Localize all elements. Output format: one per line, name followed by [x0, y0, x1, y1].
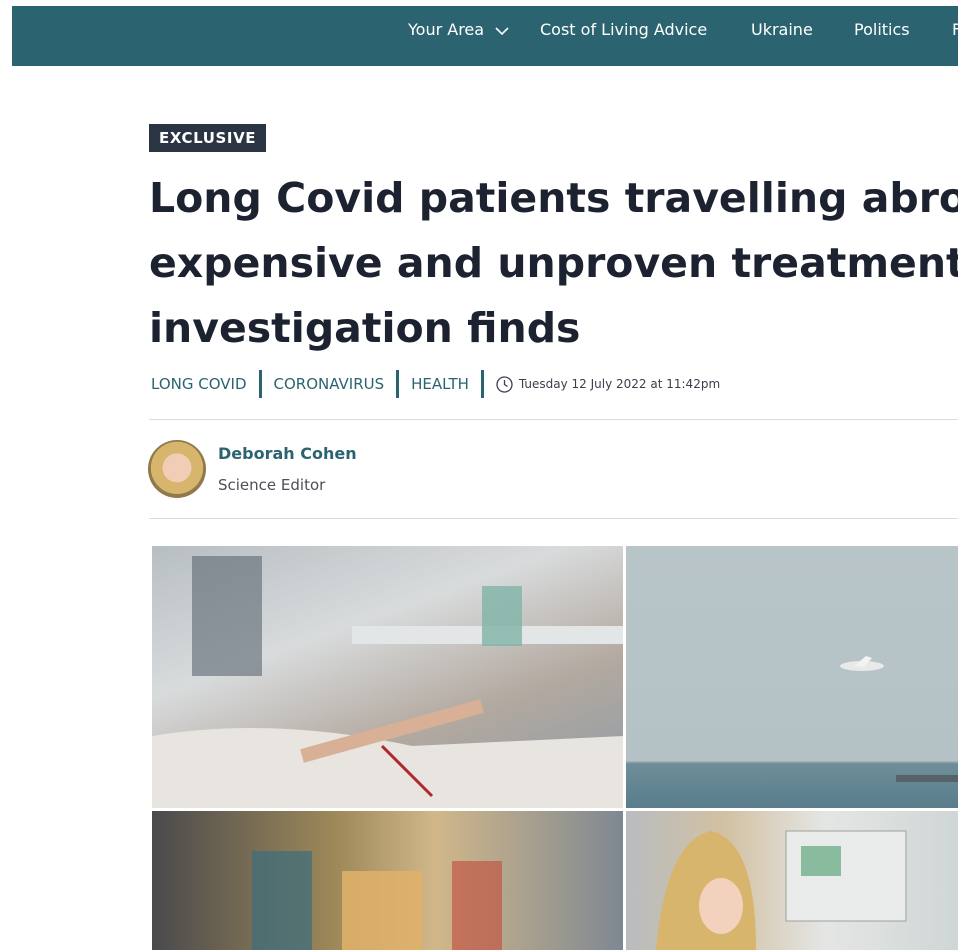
author-role: Science Editor	[218, 476, 326, 494]
clock-icon	[496, 375, 513, 393]
top-navigation: Your Area Cost of Living Advice Ukraine …	[12, 6, 958, 66]
photo-medical-equipment	[152, 811, 623, 950]
author-name[interactable]: Deborah Cohen	[218, 444, 357, 463]
chevron-down-icon	[495, 7, 509, 55]
nav-item-politics[interactable]: Politics	[854, 6, 910, 66]
publish-time: Tuesday 12 July 2022 at 11:42pm	[496, 375, 721, 393]
divider	[149, 419, 958, 420]
divider	[149, 518, 958, 519]
article-meta: LONG COVID CORONAVIRUS HEALTH Tuesday 12…	[151, 370, 720, 398]
headline-line: Long Covid patients travelling abroad fo	[149, 174, 958, 222]
photo-plane-over-sea	[626, 546, 958, 808]
nav-item-your-area[interactable]: Your Area	[408, 6, 509, 66]
exclusive-badge: EXCLUSIVE	[149, 124, 267, 152]
author-avatar[interactable]	[148, 440, 206, 498]
nav-item-label: Your Area	[408, 20, 485, 39]
tag-divider	[258, 370, 262, 398]
nav-item-truncated[interactable]: F	[952, 6, 958, 66]
tag-divider	[480, 370, 484, 398]
nav-item-cost-of-living[interactable]: Cost of Living Advice	[540, 6, 707, 66]
publish-time-text: Tuesday 12 July 2022 at 11:42pm	[518, 377, 721, 391]
hero-image-mosaic	[152, 546, 958, 950]
tag-coronavirus[interactable]: CORONAVIRUS	[274, 375, 385, 393]
nav-item-ukraine[interactable]: Ukraine	[751, 6, 813, 66]
headline-line: expensive and unproven treatments,	[149, 239, 958, 287]
photo-iv-drip-patient	[152, 546, 623, 808]
tag-health[interactable]: HEALTH	[411, 375, 469, 393]
headline-line: investigation finds	[149, 304, 581, 352]
article-headline: Long Covid patients travelling abroad fo…	[149, 166, 958, 361]
tag-long-covid[interactable]: LONG COVID	[151, 375, 247, 393]
tag-divider	[396, 370, 400, 398]
photo-nurse-with-machine	[626, 811, 958, 950]
